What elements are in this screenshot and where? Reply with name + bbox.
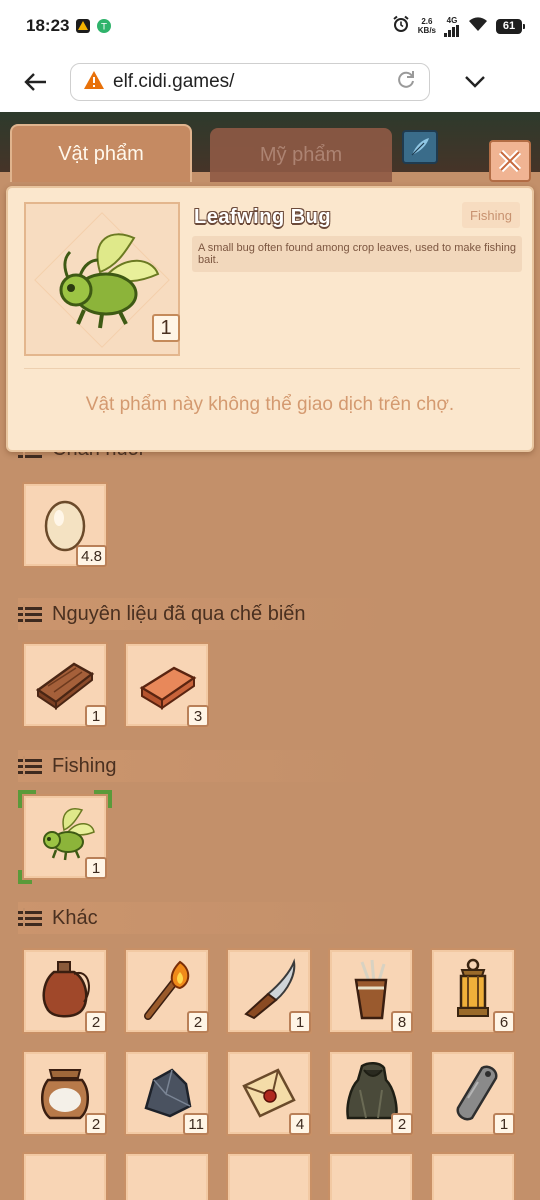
item-slot-torch[interactable]: 2 bbox=[124, 948, 210, 1034]
signal-bars-icon bbox=[444, 24, 459, 37]
status-indicators: 2.6 KB/s 4G 61 bbox=[392, 15, 525, 38]
browser-toolbar: elf.cidi.games/ bbox=[0, 52, 540, 112]
item-slot-partial[interactable] bbox=[226, 1152, 312, 1200]
item-name: Leafwing Bug bbox=[194, 206, 332, 228]
back-button[interactable] bbox=[0, 52, 70, 112]
net-type: 4G bbox=[446, 15, 458, 25]
item-quantity: 1 bbox=[85, 705, 107, 727]
list-icon bbox=[18, 908, 42, 928]
item-detail-popup: 1 Leafwing Bug Fishing A small bug often… bbox=[6, 186, 534, 452]
item-quantity: 8 bbox=[391, 1011, 413, 1033]
reload-icon[interactable] bbox=[395, 69, 417, 96]
tab-cosmetics[interactable]: Mỹ phẩm bbox=[210, 128, 392, 182]
item-quantity: 2 bbox=[391, 1113, 413, 1135]
back-arrow-icon bbox=[24, 73, 46, 91]
not-secure-warning-icon[interactable] bbox=[83, 70, 105, 95]
item-slot-partial[interactable] bbox=[328, 1152, 414, 1200]
item-detail-quantity: 1 bbox=[152, 314, 180, 342]
item-slot-partial[interactable] bbox=[22, 1152, 108, 1200]
chevron-down-icon bbox=[465, 76, 485, 88]
leafwing-bug-icon bbox=[59, 233, 160, 329]
browser-menu-button[interactable] bbox=[430, 52, 520, 112]
item-quantity: 11 bbox=[183, 1113, 209, 1135]
item-slot-wood-plank[interactable]: 1 bbox=[22, 642, 108, 728]
item-slot-leather-flask[interactable]: 2 bbox=[22, 948, 108, 1034]
category-title: Chăn nuôi bbox=[52, 452, 143, 461]
category-header-fishing: Fishing bbox=[18, 750, 388, 782]
item-quantity: 6 bbox=[493, 1011, 515, 1033]
list-icon bbox=[18, 452, 42, 460]
status-time: 18:23 bbox=[26, 16, 70, 35]
category-header-processed-materials: Nguyên liệu đã qua chế biến bbox=[18, 598, 388, 630]
item-quantity: 2 bbox=[85, 1113, 107, 1135]
alarm-icon bbox=[392, 15, 410, 38]
category-title: Fishing bbox=[52, 754, 117, 777]
address-bar[interactable]: elf.cidi.games/ bbox=[70, 63, 430, 101]
market-trade-note: Vật phẩm này không thể giao dịch trên ch… bbox=[85, 394, 455, 415]
list-icon bbox=[18, 756, 42, 776]
item-quantity: 4 bbox=[289, 1113, 311, 1135]
divider bbox=[24, 368, 520, 369]
app-notification-icon: T bbox=[97, 19, 112, 33]
item-slot-egg[interactable]: 4.8 bbox=[22, 482, 108, 568]
net-speed-unit: KB/s bbox=[417, 26, 436, 35]
item-slot-metal-tag[interactable]: 1 bbox=[430, 1050, 516, 1136]
item-slot-lantern[interactable]: 6 bbox=[430, 948, 516, 1034]
category-header-livestock: Chăn nuôi bbox=[18, 452, 418, 472]
item-quantity: 4.8 bbox=[76, 545, 107, 567]
svg-text:T: T bbox=[101, 23, 108, 33]
item-slot-letter[interactable]: 4 bbox=[226, 1050, 312, 1136]
category-header-other: Khác bbox=[18, 902, 388, 934]
net-speed: 2.6 KB/s bbox=[418, 17, 436, 35]
selection-corner bbox=[18, 870, 32, 884]
item-slot-partial[interactable] bbox=[430, 1152, 516, 1200]
item-description: A small bug often found among crop leave… bbox=[192, 236, 522, 272]
item-quantity: 1 bbox=[85, 857, 107, 879]
warning-app-icon bbox=[75, 18, 91, 34]
battery-level: 61 bbox=[502, 20, 516, 32]
url-text[interactable]: elf.cidi.games/ bbox=[113, 71, 395, 93]
tab-feather-icon[interactable] bbox=[402, 130, 438, 164]
item-category-tag: Fishing bbox=[462, 202, 520, 228]
tab-bar: Vật phẩm Mỹ phẩm bbox=[10, 122, 392, 182]
close-button[interactable] bbox=[489, 140, 531, 182]
item-quantity: 2 bbox=[187, 1011, 209, 1033]
item-slot-leafwing-bug[interactable]: 1 bbox=[18, 790, 112, 884]
category-title: Nguyên liệu đã qua chế biến bbox=[52, 602, 306, 625]
close-icon bbox=[498, 149, 522, 173]
tab-items[interactable]: Vật phẩm bbox=[10, 124, 192, 182]
item-slot-quiver[interactable]: 8 bbox=[328, 948, 414, 1034]
status-bar: 18:23 T 2.6 KB/s 4G 61 bbox=[0, 0, 540, 52]
item-quantity: 1 bbox=[289, 1011, 311, 1033]
item-slot-cloak[interactable]: 2 bbox=[328, 1050, 414, 1136]
category-title: Khác bbox=[52, 906, 98, 929]
item-slot-partial[interactable] bbox=[124, 1152, 210, 1200]
item-quantity: 2 bbox=[85, 1011, 107, 1033]
item-slot-salt-jar[interactable]: 2 bbox=[22, 1050, 108, 1136]
list-icon bbox=[18, 604, 42, 624]
item-slot-knife[interactable]: 1 bbox=[226, 948, 312, 1034]
wifi-icon bbox=[468, 16, 488, 37]
game-inventory-screen: Vật phẩm Mỹ phẩm 1 Leafwing Bug Fishing … bbox=[0, 112, 540, 1200]
item-slot-stone[interactable]: 11 bbox=[124, 1050, 210, 1136]
net-speed-value: 2.6 bbox=[421, 17, 433, 26]
item-quantity: 3 bbox=[187, 705, 209, 727]
item-slot-brick[interactable]: 3 bbox=[124, 642, 210, 728]
item-quantity: 1 bbox=[493, 1113, 515, 1135]
cell-signal: 4G bbox=[444, 16, 460, 37]
battery-indicator: 61 bbox=[496, 18, 525, 34]
